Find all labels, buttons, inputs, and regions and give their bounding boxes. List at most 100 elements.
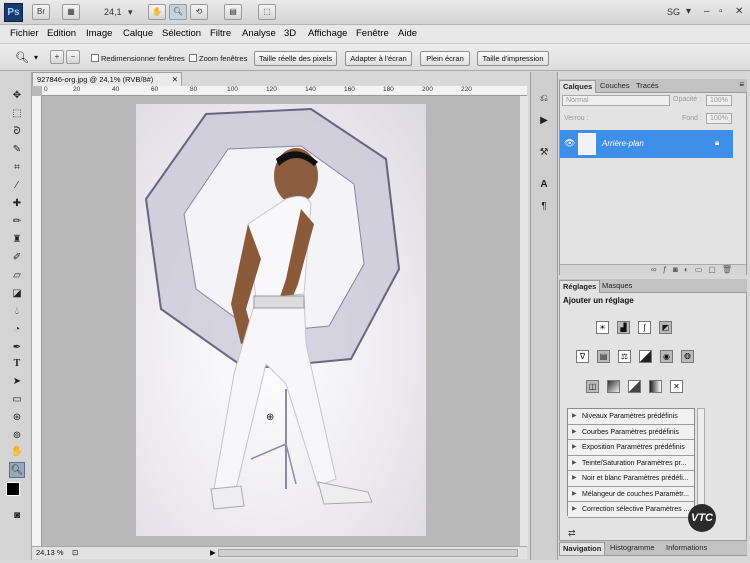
zoom-preset-icon[interactable]: 🔍︎: [15, 51, 29, 64]
layer-name[interactable]: Arrière-plan: [602, 139, 644, 148]
status-menu-arrow-icon[interactable]: ▶: [210, 547, 216, 559]
workspace-switcher[interactable]: SG: [667, 7, 680, 17]
quick-selection-tool-icon[interactable]: ✎: [9, 142, 25, 158]
zoom-level-field[interactable]: 24,1: [104, 7, 122, 17]
menu-3d[interactable]: 3D: [284, 28, 296, 39]
curves-icon[interactable]: ∫: [638, 321, 651, 334]
quick-mask-icon[interactable]: ◙: [9, 508, 25, 524]
status-info-icon[interactable]: ⊡: [72, 547, 78, 559]
list-item[interactable]: ▶ Teinte/Saturation Paramètres pr...: [568, 455, 694, 471]
fill-field[interactable]: 100%: [706, 113, 732, 124]
opacity-field[interactable]: 100%: [706, 95, 732, 106]
document-tab[interactable]: 927846-org.jpg @ 24,1% (RVB/8#) ✕: [32, 72, 182, 86]
presets-scrollbar[interactable]: [697, 408, 705, 516]
hand-tool-icon[interactable]: ✋: [9, 444, 25, 460]
close-document-icon[interactable]: ✕: [172, 73, 178, 86]
tab-reglages[interactable]: Réglages: [559, 280, 601, 293]
list-item[interactable]: ▶ Exposition Paramètres prédéfinis: [568, 440, 694, 456]
zoom-in-mode-icon[interactable]: +: [50, 50, 64, 64]
exposure-icon[interactable]: ◩: [659, 321, 672, 334]
menu-filtre[interactable]: Filtre: [210, 28, 231, 39]
list-item[interactable]: ▶ Correction sélective Paramètres ...: [568, 502, 694, 518]
document-photo[interactable]: ⊕: [136, 104, 426, 536]
foreground-color-swatch[interactable]: [6, 482, 20, 496]
levels-icon[interactable]: ▟: [617, 321, 630, 334]
brush-tool-icon[interactable]: ✏: [9, 214, 25, 230]
menu-selection[interactable]: Sélection: [162, 28, 201, 39]
selective-color-icon[interactable]: ✕: [670, 380, 683, 393]
hand-tool-icon[interactable]: ✋: [148, 4, 166, 20]
vertical-scrollbar[interactable]: [520, 96, 528, 546]
lasso-tool-icon[interactable]: ᘐ: [9, 124, 25, 140]
actions-panel-icon[interactable]: ▶: [537, 114, 551, 128]
tool-presets-panel-icon[interactable]: ⚒: [537, 146, 551, 160]
list-item[interactable]: ▶ Noir et blanc Paramètres prédéfi...: [568, 471, 694, 487]
type-tool-icon[interactable]: T: [9, 356, 25, 372]
paint-bucket-tool-icon[interactable]: ◪: [9, 286, 25, 302]
menu-image[interactable]: Image: [86, 28, 112, 39]
healing-brush-tool-icon[interactable]: ✚: [9, 196, 25, 212]
zoom-out-mode-icon[interactable]: −: [66, 50, 80, 64]
full-screen-button[interactable]: Plein écran: [420, 51, 470, 66]
print-size-button[interactable]: Taille d'impression: [477, 51, 549, 66]
close-button[interactable]: ✕: [735, 6, 743, 17]
tab-traces[interactable]: Tracés: [633, 80, 662, 93]
menu-edition[interactable]: Edition: [47, 28, 76, 39]
zoom-windows-checkbox[interactable]: [189, 54, 197, 62]
tab-masques[interactable]: Masques: [599, 280, 635, 293]
tab-histogramme[interactable]: Histogramme: [607, 542, 658, 555]
zoom-dropdown-arrow[interactable]: ▾: [128, 7, 133, 18]
view-extras-button[interactable]: ▦: [62, 4, 80, 20]
vibrance-icon[interactable]: ∇: [576, 350, 589, 363]
photo-filter-icon[interactable]: ◉: [660, 350, 673, 363]
tab-calques[interactable]: Calques: [559, 80, 597, 93]
clone-stamp-tool-icon[interactable]: ♜: [9, 232, 25, 248]
eyedropper-tool-icon[interactable]: ⁄: [9, 178, 25, 194]
horizontal-scrollbar[interactable]: [218, 549, 518, 557]
color-balance-icon[interactable]: ⚖: [618, 350, 631, 363]
maximize-button[interactable]: ▫: [719, 6, 723, 17]
eraser-tool-icon[interactable]: ▱: [9, 268, 25, 284]
arrange-documents-button[interactable]: ▤: [224, 4, 242, 20]
menu-calque[interactable]: Calque: [123, 28, 153, 39]
workspace-dropdown-icon[interactable]: ▾: [686, 6, 691, 17]
tool-preset-dropdown-icon[interactable]: ▾: [34, 53, 38, 62]
layer-visibility-icon[interactable]: 👁︎: [564, 138, 575, 149]
layers-footer-icons[interactable]: ∞ƒ◙◐▭▢🗑︎: [560, 264, 746, 275]
resize-windows-checkbox[interactable]: [91, 54, 99, 62]
path-selection-tool-icon[interactable]: ➤: [9, 374, 25, 390]
fit-screen-button[interactable]: Adapter à l'écran: [345, 51, 412, 66]
marquee-tool-icon[interactable]: ⬚: [9, 106, 25, 122]
history-brush-tool-icon[interactable]: ✐: [9, 250, 25, 266]
invert-icon[interactable]: ◫: [586, 380, 599, 393]
zoom-tool-icon[interactable]: 🔍︎: [9, 462, 25, 478]
adjustments-footer-icons[interactable]: ⇄: [568, 528, 576, 539]
list-item[interactable]: ▶ Mélangeur de couches Paramètr...: [568, 486, 694, 502]
minimize-button[interactable]: –: [704, 6, 710, 17]
gradient-map-icon[interactable]: [649, 380, 662, 393]
menu-fichier[interactable]: Fichier: [10, 28, 39, 39]
rectangle-tool-icon[interactable]: ▭: [9, 392, 25, 408]
pen-tool-icon[interactable]: ✒: [9, 340, 25, 356]
panel-menu-icon[interactable]: ≡: [739, 80, 744, 89]
tab-couches[interactable]: Couches: [597, 80, 633, 93]
actual-pixels-button[interactable]: Taille réelle des pixels: [254, 51, 337, 66]
threshold-icon[interactable]: [628, 380, 641, 393]
paragraph-panel-icon[interactable]: ¶: [537, 200, 551, 214]
channel-mixer-icon[interactable]: ❂: [681, 350, 694, 363]
menu-fenetre[interactable]: Fenêtre: [356, 28, 389, 39]
list-item[interactable]: ▶ Courbes Paramètres prédéfinis: [568, 424, 694, 440]
menu-aide[interactable]: Aide: [398, 28, 417, 39]
3d-rotate-tool-icon[interactable]: ⊛: [9, 410, 25, 426]
move-tool-icon[interactable]: ✥: [9, 88, 25, 104]
screen-mode-button[interactable]: ⬚: [258, 4, 276, 20]
tab-navigation[interactable]: Navigation: [559, 542, 606, 555]
blend-mode-select[interactable]: Normal: [562, 95, 670, 106]
zoom-status[interactable]: 24,13 %: [36, 547, 64, 559]
bridge-launch-button[interactable]: Br: [32, 4, 50, 20]
blur-tool-icon[interactable]: 💧︎: [9, 304, 25, 320]
black-white-icon[interactable]: [639, 350, 652, 363]
3d-orbit-tool-icon[interactable]: ⊚: [9, 428, 25, 444]
crop-tool-icon[interactable]: ⌗: [9, 160, 25, 176]
dodge-tool-icon[interactable]: ◔: [9, 322, 25, 338]
